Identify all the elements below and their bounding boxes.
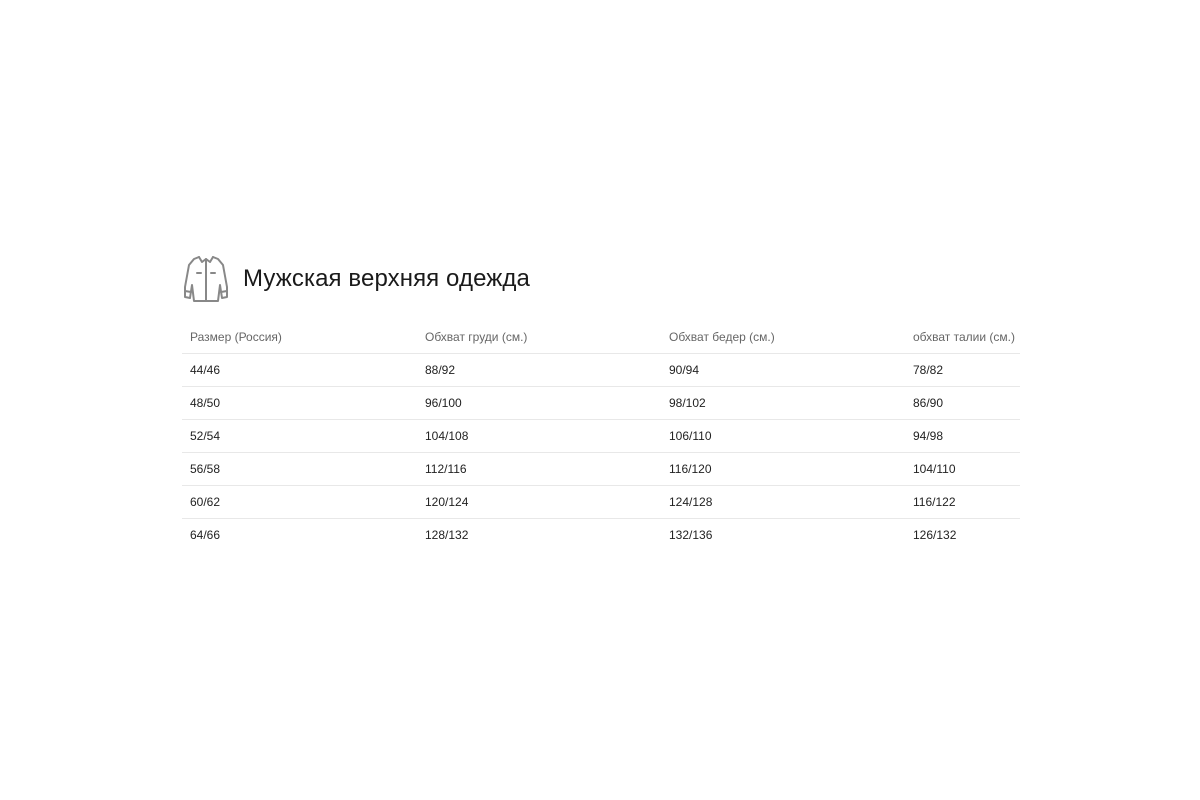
cell-chest: 120/124 [417,485,661,519]
cell-hips: 132/136 [669,528,713,542]
table-header-row: Размер (Россия) Обхват груди (см.) Обхва… [182,320,1020,354]
size-table: Размер (Россия) Обхват груди (см.) Обхва… [182,320,1020,551]
cell-size: 56/58 [182,452,417,486]
table-row: 48/50 96/100 98/102 86/90 [182,386,1020,420]
cell-size: 52/54 [182,419,417,453]
cell-chest: 96/100 [417,386,661,420]
cell-chest: 112/116 [417,452,661,486]
cell-size: 60/62 [182,485,417,519]
size-chart: Мужская верхняя одежда Размер (Россия) О… [182,252,1020,551]
chart-title: Мужская верхняя одежда [243,265,530,292]
table-row: 60/62 120/124 124/128 116/122 [182,485,1020,519]
page: Мужская верхняя одежда Размер (Россия) О… [0,0,1200,800]
table-row: 52/54 104/108 106/110 94/98 [182,419,1020,453]
cell-waist: 94/98 [905,419,1020,453]
column-header-size: Размер (Россия) [182,320,417,354]
cell-size: 44/46 [182,353,417,387]
table-row: 56/58 112/116 116/120 104/110 [182,452,1020,486]
cell-hips: 98/102 [661,386,905,420]
column-header-waist: обхват талии (см.) [905,320,1020,354]
cell-waist: 116/122 [905,485,1020,519]
cell-hips: 116/120 [661,452,905,486]
cell-waist: 78/82 [905,353,1020,387]
column-header-hips: Обхват бедер (см.) [661,320,905,354]
table-row: 64/66 128/132 132/136 126/132 [182,519,1020,552]
jacket-icon [182,253,230,305]
cell-waist: 86/90 [905,386,1020,420]
chart-header: Мужская верхняя одежда [182,252,1020,306]
cell-waist: 104/110 [905,452,1020,486]
cell-hips: 124/128 [661,485,905,519]
table-row: 44/46 88/92 90/94 78/82 [182,353,1020,387]
cell-chest: 104/108 [417,419,661,453]
cell-size: 48/50 [182,386,417,420]
cell-waist: 126/132 [913,528,957,542]
cell-hips: 90/94 [661,353,905,387]
cell-size: 64/66 [190,528,221,542]
column-header-chest: Обхват груди (см.) [417,320,661,354]
cell-chest: 128/132 [425,528,469,542]
cell-hips: 106/110 [661,419,905,453]
cell-chest: 88/92 [417,353,661,387]
